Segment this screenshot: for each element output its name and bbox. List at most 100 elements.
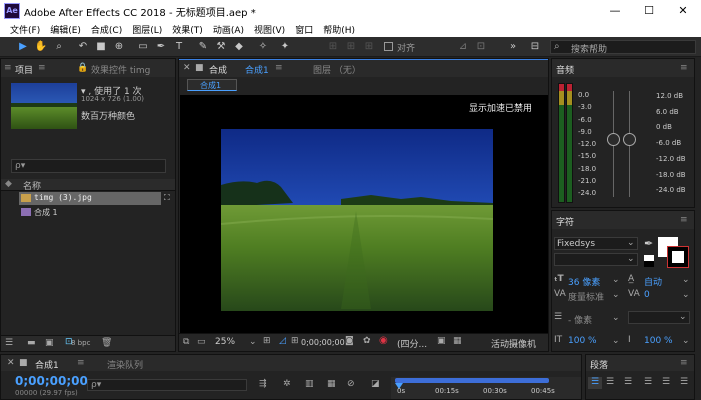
lock-icon[interactable]: 🔒 xyxy=(77,63,88,73)
snap-option-icon[interactable]: ⊿ xyxy=(456,40,470,54)
snap-checkbox[interactable] xyxy=(384,42,393,51)
new-composition-icon[interactable]: ▣ xyxy=(45,338,54,348)
tab-project[interactable]: 项目 xyxy=(15,63,33,76)
tab-audio[interactable]: 音频 xyxy=(556,63,574,76)
right-channel-fader[interactable] xyxy=(623,133,636,146)
close-tab-icon[interactable]: ✕ xyxy=(7,358,15,368)
chevron-down-icon[interactable]: ⌄ xyxy=(612,275,620,285)
shy-layers-icon[interactable]: ▥ xyxy=(305,379,314,389)
tab-render-queue[interactable]: 渲染队列 xyxy=(107,358,143,371)
comp-tab-prefix[interactable]: 合成 xyxy=(209,63,227,76)
menu-window[interactable]: 窗口 xyxy=(295,22,313,36)
motion-blur-icon[interactable]: ⊘ xyxy=(347,379,355,389)
project-search-field[interactable]: ρ▾ xyxy=(11,159,166,173)
tab-menu-icon[interactable]: ≡ xyxy=(275,63,283,73)
rectangle-tool-icon[interactable]: ▭ xyxy=(136,40,150,54)
vertical-scale-value[interactable]: 100 % xyxy=(568,336,597,346)
local-axis-icon[interactable]: ⊞ xyxy=(326,40,340,54)
roto-brush-icon[interactable]: ✧ xyxy=(256,40,270,54)
tab-menu-icon[interactable]: ≡ xyxy=(38,63,46,73)
zoom-tool-icon[interactable]: ⌕ xyxy=(52,40,66,54)
chevron-down-icon[interactable]: ⌄ xyxy=(682,275,690,285)
leading-value[interactable]: 自动 xyxy=(644,275,662,288)
time-ruler[interactable]: 0s 00:15s 00:30s 00:45s xyxy=(391,377,581,399)
work-area-bar[interactable] xyxy=(395,378,549,383)
chevron-down-icon[interactable]: ⌄ xyxy=(612,313,620,323)
project-item-row[interactable]: 合成 1 xyxy=(19,206,161,219)
region-of-interest-icon[interactable]: ◿ xyxy=(279,336,286,346)
maximize-button[interactable]: ☐ xyxy=(632,0,666,22)
black-swatch[interactable] xyxy=(644,261,654,267)
menu-help[interactable]: 帮助(H) xyxy=(323,22,355,36)
graph-editor-icon[interactable]: ◪ xyxy=(371,379,380,389)
pan-behind-icon[interactable]: ⊕ xyxy=(112,40,126,54)
timeline-timecode[interactable]: 0;00;00;00 xyxy=(15,374,88,388)
label-column-icon[interactable]: ◆ xyxy=(5,179,12,189)
comp-timecode[interactable]: 0;00;00;00 xyxy=(301,338,345,347)
font-size-value[interactable]: 36 像素 xyxy=(568,275,600,288)
project-item-row[interactable]: timg (3).jpg xyxy=(19,192,161,205)
comp-breadcrumb[interactable]: 合成1 xyxy=(187,79,237,91)
timeline-search-field[interactable]: ρ▾ xyxy=(87,379,247,391)
tab-effect-controls[interactable]: 效果控件 timg xyxy=(91,63,150,76)
chevron-down-icon[interactable]: ⌄ xyxy=(612,336,620,346)
puppet-pin-icon[interactable]: ✦ xyxy=(278,40,292,54)
chevron-down-icon[interactable]: ⌄ xyxy=(682,336,690,346)
stroke-type-dropdown[interactable]: ⌄ xyxy=(628,311,690,324)
snap-edge-icon[interactable]: ⊡ xyxy=(474,40,488,54)
align-left-icon[interactable]: ☰ xyxy=(588,377,602,389)
menu-view[interactable]: 视图(V) xyxy=(254,22,285,36)
tab-composition[interactable]: 合成1 xyxy=(245,63,269,76)
panel-menu-icon[interactable]: ≡ xyxy=(680,358,688,368)
tab-paragraph[interactable]: 段落 xyxy=(590,358,608,371)
close-tab-icon[interactable]: ✕ xyxy=(183,63,191,73)
close-button[interactable]: ✕ xyxy=(666,0,700,22)
comp-flowchart-icon[interactable]: ⇶ xyxy=(259,379,267,389)
font-family-dropdown[interactable]: Fixedsys ⌄ xyxy=(554,237,638,250)
zoom-dropdown[interactable]: 25% xyxy=(215,337,235,347)
panel-menu-icon[interactable]: ≡ xyxy=(680,63,688,73)
justify-right-icon[interactable]: ☰ xyxy=(680,377,688,387)
horizontal-scale-value[interactable]: 100 % xyxy=(644,336,673,346)
menu-layer[interactable]: 图层(L) xyxy=(132,22,162,36)
clone-stamp-icon[interactable]: ⚒ xyxy=(214,40,228,54)
panel-menu-icon[interactable]: ≡ xyxy=(4,63,12,73)
transparency-grid-icon[interactable]: ▦ xyxy=(453,336,462,346)
justify-left-icon[interactable]: ☰ xyxy=(644,377,652,387)
workspace-more-icon[interactable]: » xyxy=(506,40,520,54)
tab-layer[interactable]: 图层 （无） xyxy=(313,63,361,76)
workspace-icon[interactable]: ⊟ xyxy=(528,40,542,54)
world-axis-icon[interactable]: ⊞ xyxy=(344,40,358,54)
menu-edit[interactable]: 编辑(E) xyxy=(50,22,81,36)
stroke-width-value[interactable]: - 像素 xyxy=(568,313,592,326)
align-right-icon[interactable]: ☰ xyxy=(624,377,632,387)
new-folder-icon[interactable]: ▬ xyxy=(27,338,36,348)
brush-tool-icon[interactable]: ✎ xyxy=(196,40,210,54)
menu-animation[interactable]: 动画(A) xyxy=(213,22,244,36)
show-snapshot-icon[interactable]: ✿ xyxy=(363,336,371,346)
column-name[interactable]: 名称 xyxy=(23,179,41,192)
snapshot-icon[interactable]: ◙ xyxy=(345,336,354,346)
minimize-button[interactable]: — xyxy=(598,0,632,22)
chevron-down-icon[interactable]: ⌄ xyxy=(249,337,257,347)
tab-menu-icon[interactable]: ≡ xyxy=(77,358,85,368)
monitor-icon[interactable]: ▭ xyxy=(197,337,206,347)
pen-tool-icon[interactable]: ✒ xyxy=(154,40,168,54)
tab-character[interactable]: 字符 xyxy=(556,215,574,228)
camera-tool-icon[interactable]: ■ xyxy=(94,40,108,54)
align-center-icon[interactable]: ☰ xyxy=(606,377,614,387)
menu-effect[interactable]: 效果(T) xyxy=(172,22,203,36)
grid-icon[interactable]: ⊞ xyxy=(291,336,299,346)
draft-3d-icon[interactable]: ✲ xyxy=(283,379,291,389)
menu-file[interactable]: 文件(F) xyxy=(10,22,40,36)
resolution-dropdown[interactable]: (四分... xyxy=(397,337,427,350)
fast-preview-icon[interactable]: ▣ xyxy=(437,336,446,346)
hand-tool-icon[interactable]: ✋ xyxy=(34,40,48,54)
view-axis-icon[interactable]: ⊞ xyxy=(362,40,376,54)
chevron-down-icon[interactable]: ⌄ xyxy=(682,290,690,300)
interpret-footage-icon[interactable]: ☰ xyxy=(5,338,13,348)
active-camera-dropdown[interactable]: 活动摄像机 xyxy=(491,337,536,350)
tracking-value[interactable]: 0 xyxy=(644,290,650,300)
left-channel-fader[interactable] xyxy=(607,133,620,146)
eraser-tool-icon[interactable]: ◆ xyxy=(232,40,246,54)
